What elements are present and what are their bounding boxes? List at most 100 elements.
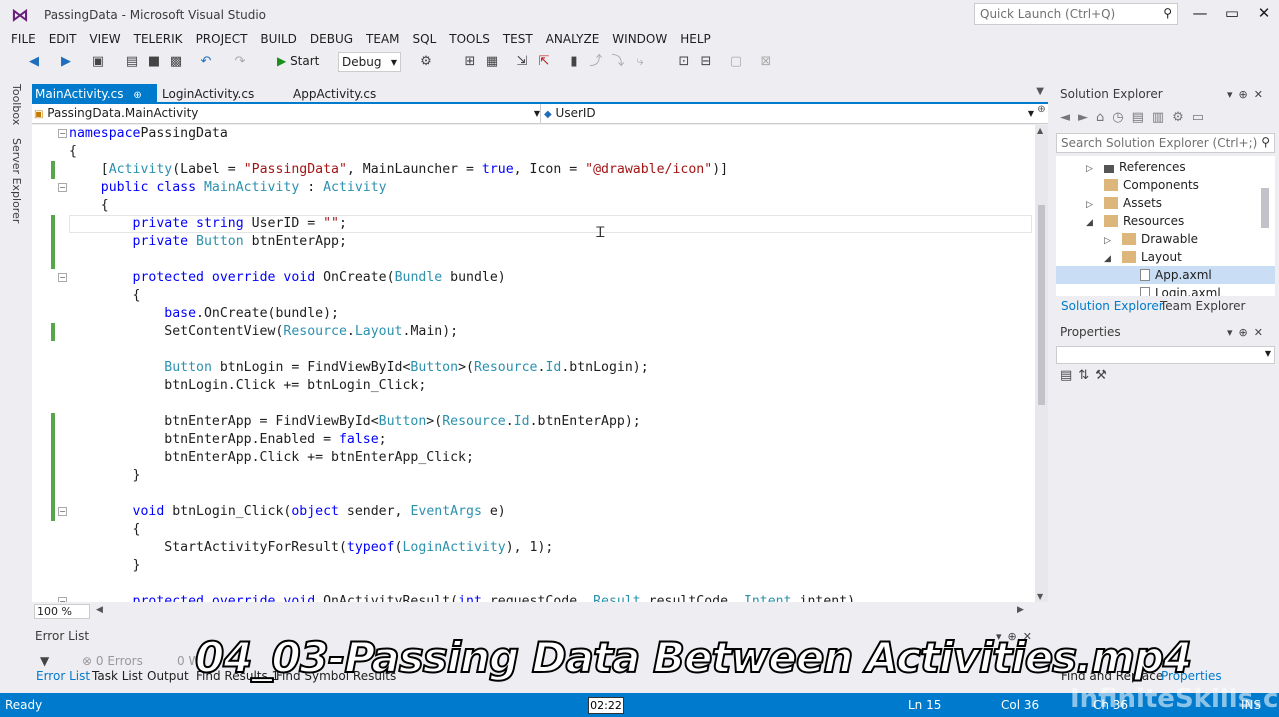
member-dropdown[interactable]: ◆ UserID ▼ <box>544 106 1034 120</box>
filter-icon[interactable]: ▼ <box>40 654 49 668</box>
menu-item-telerik[interactable]: TELERIK <box>134 30 183 48</box>
tab-team-explorer[interactable]: Team Explorer <box>1160 299 1246 313</box>
menu-item-help[interactable]: HELP <box>680 30 711 48</box>
solution-toolbar[interactable]: ◄►⌂◷▤▥⚙▭ <box>1060 110 1212 125</box>
tree-item[interactable]: ◢ Layout <box>1104 248 1275 266</box>
zoom-dropdown[interactable]: 100 % <box>34 604 90 619</box>
code-line[interactable] <box>69 251 855 269</box>
code-line[interactable]: btnEnterApp.Enabled = false; <box>69 431 855 449</box>
code-line[interactable]: private string UserID = ""; <box>69 215 855 233</box>
panel-controls-icon[interactable]: ▾⊕✕ <box>1227 326 1269 339</box>
maximize-button[interactable]: ▭ <box>1220 4 1244 22</box>
breakpoint-icon[interactable]: ⇱ <box>536 54 552 70</box>
code-line[interactable]: } <box>69 557 855 575</box>
new-project-icon[interactable]: ▣ <box>90 54 106 70</box>
menu-item-test[interactable]: TEST <box>503 30 533 48</box>
tree-item[interactable]: ▷ References <box>1086 158 1275 176</box>
code-line[interactable] <box>69 485 855 503</box>
menu-item-build[interactable]: BUILD <box>260 30 296 48</box>
editor-horizontal-scrollbar[interactable]: 100 % ◀ ▶ <box>32 603 1048 620</box>
tree-scrollbar-thumb[interactable] <box>1261 188 1269 228</box>
start-button[interactable]: ▶ Start <box>277 54 319 68</box>
code-editor[interactable]: − − − − − namespacePassingData{ [Activit… <box>32 125 1035 602</box>
bookmark-icon[interactable]: ▮ <box>566 54 582 70</box>
undo-icon[interactable]: ↶ <box>198 54 214 70</box>
config-dropdown[interactable]: Debug ▼ <box>338 52 401 72</box>
navigate-icon[interactable]: ⊞ <box>462 54 478 70</box>
toolbox-tab[interactable]: Toolbox <box>10 84 23 125</box>
device-icon[interactable]: ⊡ <box>676 54 692 70</box>
menu-item-team[interactable]: TEAM <box>366 30 399 48</box>
tree-item[interactable]: Components <box>1086 176 1275 194</box>
code-line[interactable]: Button btnLogin = FindViewById<Button>(R… <box>69 359 855 377</box>
server-explorer-tab[interactable]: Server Explorer <box>10 138 23 223</box>
code-line[interactable]: } <box>69 467 855 485</box>
menu-item-sql[interactable]: SQL <box>413 30 437 48</box>
code-line[interactable]: void btnLogin_Click(object sender, Event… <box>69 503 855 521</box>
scroll-up-icon[interactable]: ▲ <box>1037 126 1043 135</box>
forward-icon[interactable]: ▶ <box>58 54 74 70</box>
tab-overflow-icon[interactable]: ▼ <box>1036 86 1044 97</box>
layout-icon[interactable]: ⊠ <box>758 54 774 70</box>
step-icon[interactable]: ⇲ <box>514 54 530 70</box>
tree-item[interactable]: ▷ Assets <box>1086 194 1275 212</box>
code-line[interactable] <box>69 395 855 413</box>
tab-output[interactable]: Output <box>147 669 189 683</box>
collapse-icon[interactable]: − <box>58 183 67 192</box>
tab-mainactivity[interactable]: MainActivity.cs ⊕ ✕ <box>32 84 157 115</box>
type-dropdown[interactable]: ▣ PassingData.MainActivity ▼ <box>34 106 540 120</box>
menu-item-debug[interactable]: DEBUG <box>310 30 353 48</box>
menu-item-file[interactable]: FILE <box>11 30 36 48</box>
editor-vertical-scrollbar[interactable]: ▲ ▼ <box>1035 125 1048 602</box>
attach-icon[interactable]: ⚙ <box>418 54 434 70</box>
menu-item-window[interactable]: WINDOW <box>612 30 667 48</box>
tree-item[interactable]: Login.axml <box>1122 284 1275 296</box>
object-selector[interactable]: ▼ <box>1056 346 1275 364</box>
minimize-button[interactable]: — <box>1188 4 1212 22</box>
code-line[interactable]: { <box>69 197 855 215</box>
collapse-icon[interactable]: − <box>58 129 67 138</box>
code-line[interactable]: namespacePassingData <box>69 125 855 143</box>
collapse-icon[interactable]: − <box>58 273 67 282</box>
errors-filter-button[interactable]: ⊗ 0 Errors <box>82 654 143 668</box>
code-line[interactable] <box>69 575 855 593</box>
tab-appactivity[interactable]: AppActivity.cs <box>290 84 379 104</box>
pin-icon[interactable]: ⊕ <box>133 90 141 101</box>
scrollbar-thumb[interactable] <box>1038 205 1045 405</box>
tree-item[interactable]: ◢ Resources <box>1086 212 1275 230</box>
tree-item[interactable]: ▷ Drawable <box>1104 230 1275 248</box>
code-line[interactable]: { <box>69 521 855 539</box>
code-line[interactable]: protected override void OnCreate(Bundle … <box>69 269 855 287</box>
code-line[interactable]: protected override void OnActivityResult… <box>69 593 856 602</box>
redo-icon[interactable]: ↷ <box>232 54 248 70</box>
tab-error-list[interactable]: Error List <box>36 669 90 683</box>
panel-controls-icon[interactable]: ▾⊕✕ <box>1227 88 1269 101</box>
menu-item-view[interactable]: VIEW <box>89 30 120 48</box>
next-bookmark-icon[interactable]: ⤵ <box>610 54 626 70</box>
code-line[interactable]: public class MainActivity : Activity <box>69 179 855 197</box>
code-line[interactable]: { <box>69 287 855 305</box>
code-line[interactable]: btnEnterApp = FindViewById<Button>(Resou… <box>69 413 855 431</box>
prev-bookmark-icon[interactable]: ⤴ <box>588 54 604 70</box>
code-line[interactable] <box>69 341 855 359</box>
scroll-right-icon[interactable]: ▶ <box>1017 605 1024 615</box>
menu-item-tools[interactable]: TOOLS <box>449 30 490 48</box>
solution-search-input[interactable]: Search Solution Explorer (Ctrl+;) ⚲ <box>1056 133 1275 153</box>
quick-launch-input[interactable]: Quick Launch (Ctrl+Q) ⚲ <box>974 3 1178 25</box>
code-line[interactable]: [Activity(Label = "PassingData", MainLau… <box>69 161 855 179</box>
split-icon[interactable]: ⊕ <box>1035 104 1048 124</box>
bookmark-list-icon[interactable]: ▦ <box>484 54 500 70</box>
scroll-down-icon[interactable]: ▼ <box>1037 592 1043 601</box>
code-line[interactable]: btnLogin.Click += btnLogin_Click; <box>69 377 855 395</box>
collapse-icon[interactable]: − <box>58 507 67 516</box>
code-line[interactable]: btnEnterApp.Click += btnEnterApp_Click; <box>69 449 855 467</box>
clear-bookmark-icon[interactable]: ⤷ <box>632 54 648 70</box>
code-text[interactable]: namespacePassingData { [Activity(Label = … <box>69 125 855 602</box>
code-line[interactable]: SetContentView(Resource.Layout.Main); <box>69 323 855 341</box>
tab-loginactivity[interactable]: LoginActivity.cs <box>159 84 257 104</box>
menu-item-project[interactable]: PROJECT <box>196 30 248 48</box>
code-line[interactable]: private Button btnEnterApp; <box>69 233 855 251</box>
menu-item-analyze[interactable]: ANALYZE <box>546 30 600 48</box>
comment-icon[interactable]: ▢ <box>728 54 744 70</box>
scroll-left-icon[interactable]: ◀ <box>96 605 103 615</box>
